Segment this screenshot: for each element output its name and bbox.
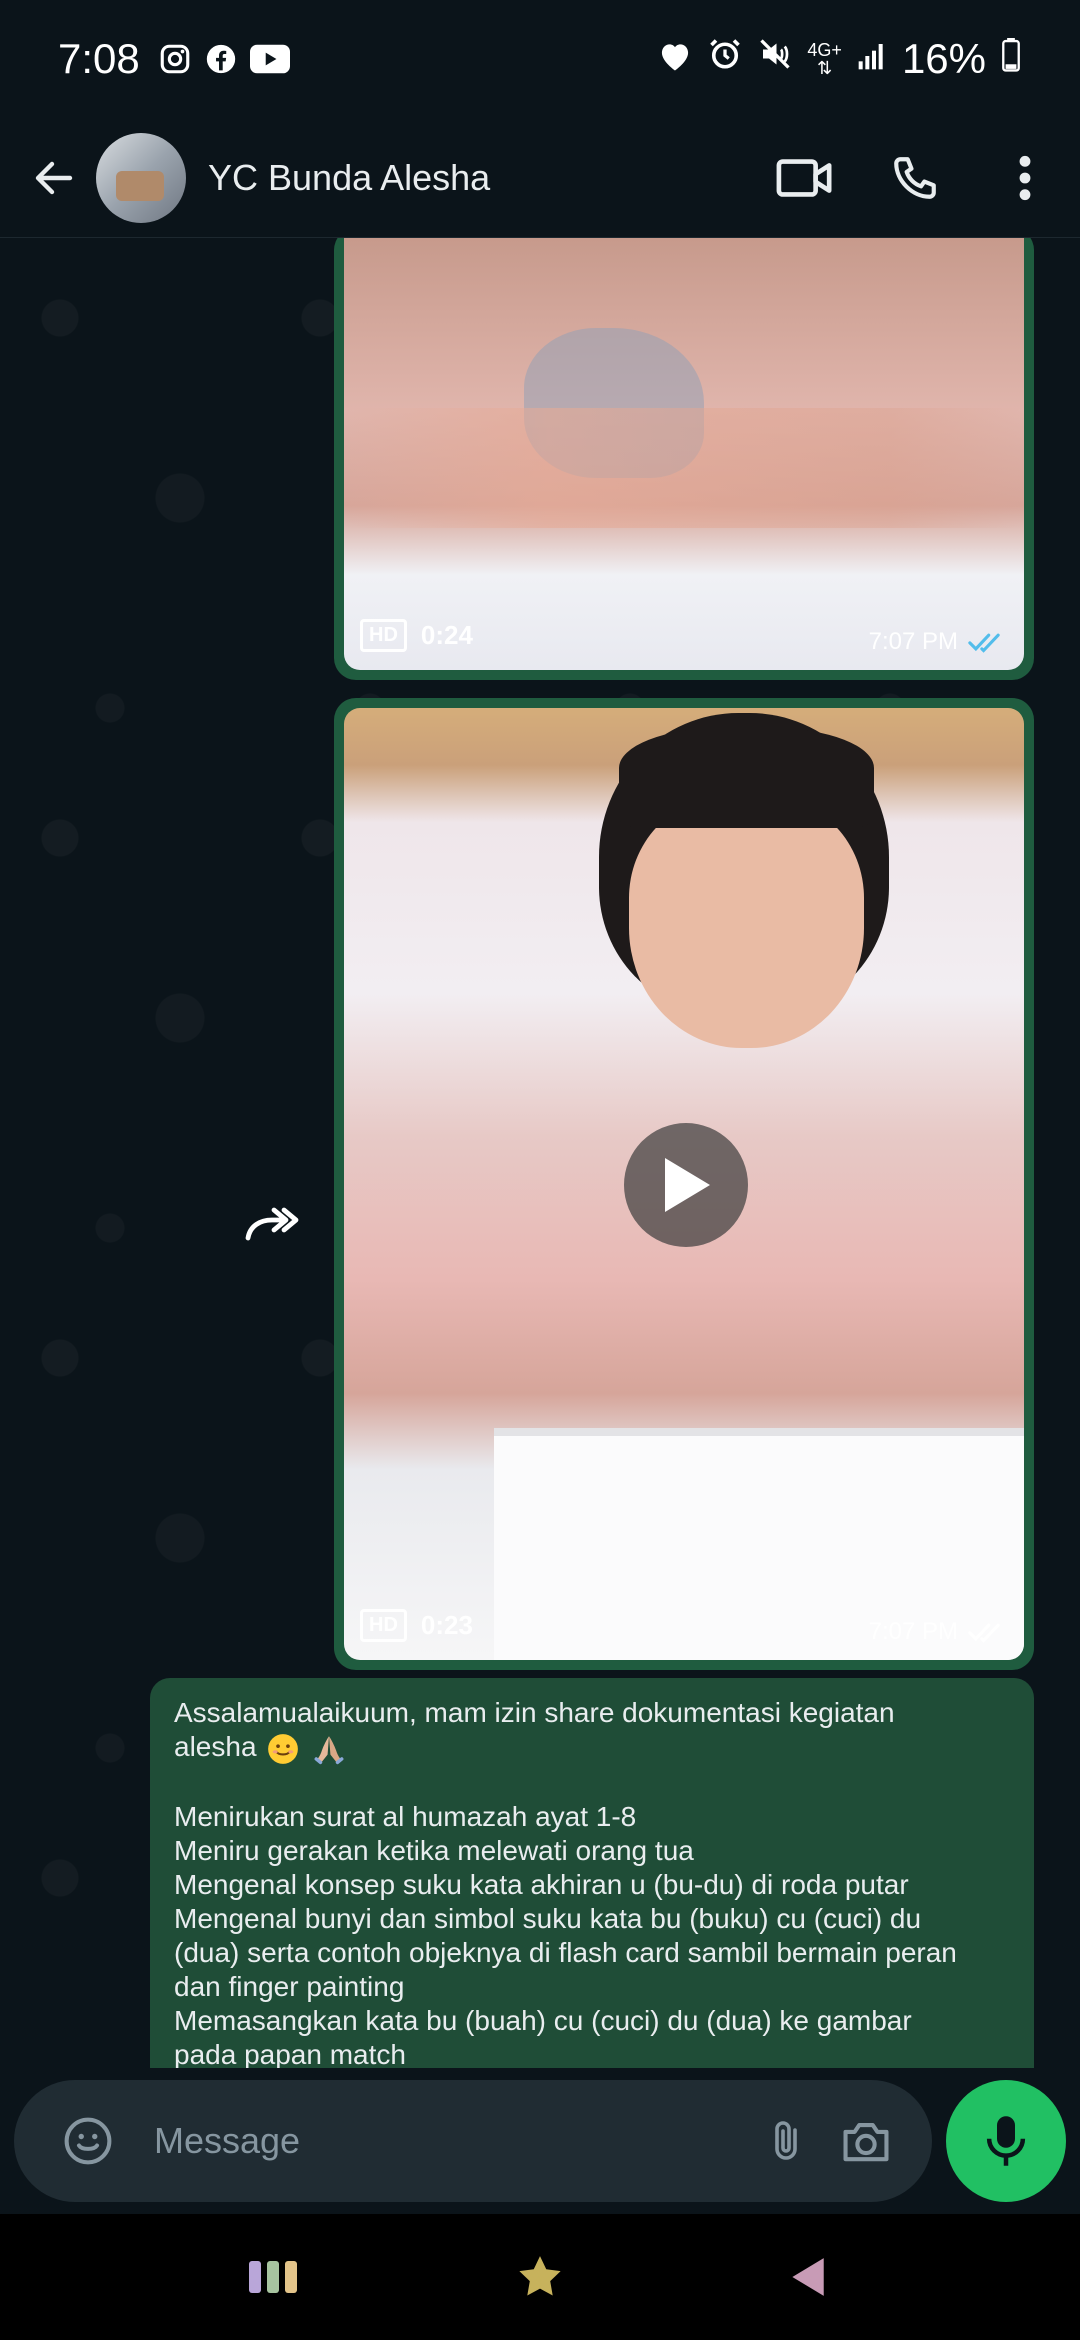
- video-info: HD 0:24: [360, 619, 473, 652]
- back-button[interactable]: [12, 136, 96, 220]
- voice-call-button[interactable]: [860, 128, 970, 228]
- composer: Message: [0, 2068, 1080, 2214]
- video-call-button[interactable]: [750, 128, 860, 228]
- battery-icon: [1000, 37, 1022, 82]
- message-line: alesha: [174, 1730, 1010, 1766]
- read-ticks-icon: [968, 633, 1000, 653]
- message-line: pada papan match: [174, 2038, 406, 2068]
- hd-badge: HD: [360, 1609, 407, 1642]
- youtube-icon: [249, 44, 290, 74]
- battery-percent: 16%: [901, 35, 986, 82]
- message-line: Meniru gerakan ketika melewati orang tua: [174, 1834, 694, 1866]
- instagram-icon: [158, 42, 192, 76]
- message-meta: 7:07 PM: [869, 628, 1006, 656]
- video-thumbnail[interactable]: HD 0:23 7:07 PM: [344, 708, 1024, 1660]
- video-message[interactable]: HD 0:23 7:07 PM: [334, 698, 1034, 1670]
- message-input[interactable]: Message: [154, 2120, 746, 2162]
- video-duration: 0:24: [420, 620, 473, 650]
- system-nav-bar: [0, 2214, 1080, 2340]
- delivered-ticks-icon: [968, 1623, 1000, 1643]
- video-message[interactable]: HD 0:24 7:07 PM: [334, 238, 1034, 680]
- message-field[interactable]: Message: [14, 2080, 932, 2202]
- phone-icon: [894, 156, 936, 199]
- status-time: 7:08: [58, 35, 140, 82]
- home-star-icon: [519, 2256, 561, 2296]
- kebab-menu-icon: [1019, 155, 1031, 200]
- attach-button[interactable]: [746, 2101, 826, 2181]
- message-line: Memasangkan kata bu (buah) cu (cuci) du …: [174, 2004, 912, 2036]
- hd-badge: HD: [360, 619, 407, 652]
- mute-icon: [757, 36, 793, 82]
- back-triangle-icon: [792, 2258, 824, 2296]
- folded-hands-emoji-icon: [314, 1735, 344, 1764]
- arrow-left-icon: [35, 161, 73, 194]
- facebook-icon: [204, 42, 238, 76]
- play-button[interactable]: [624, 1123, 748, 1247]
- emoji-icon: [64, 2117, 112, 2165]
- message-meta: 7:07 PM: [869, 1618, 1006, 1646]
- chat-header: YC Bunda Alesha: [0, 118, 1080, 238]
- camera-icon: [843, 2123, 889, 2162]
- status-bar: 7:08 4G+ ⇅ 16%: [0, 0, 1080, 118]
- message-text: alesha: [174, 1731, 257, 1762]
- video-camera-icon: [776, 158, 832, 197]
- chat-area[interactable]: HD 0:24 7:07 PM HD 0:23 7:07 PM Assalamu…: [0, 238, 1080, 2068]
- microphone-icon: [986, 2116, 1026, 2166]
- back-nav-button[interactable]: [757, 2227, 857, 2327]
- voice-message-button[interactable]: [946, 2080, 1066, 2202]
- emoji-button[interactable]: [48, 2101, 128, 2181]
- video-info: HD 0:23: [360, 1609, 473, 1642]
- heart-icon: [657, 37, 693, 82]
- network-label: 4G+: [807, 40, 842, 60]
- message-line: (dua) serta contoh objeknya di flash car…: [174, 1936, 957, 1968]
- avatar[interactable]: [96, 132, 186, 223]
- message-line: dan finger painting: [174, 1970, 405, 2002]
- message-line: Mengenal bunyi dan simbol suku kata bu (…: [174, 1902, 922, 1934]
- video-duration: 0:23: [420, 1610, 473, 1640]
- smiling-face-emoji-icon: [268, 1733, 299, 1764]
- forward-button[interactable]: [236, 1188, 308, 1260]
- network-type: 4G+ ⇅: [807, 40, 842, 78]
- message-time: 7:07 PM: [868, 1618, 958, 1645]
- contact-name[interactable]: YC Bunda Alesha: [208, 157, 490, 199]
- recent-apps-icon: [249, 2261, 298, 2293]
- recent-apps-button[interactable]: [223, 2227, 323, 2327]
- video-thumbnail[interactable]: HD 0:24 7:07 PM: [344, 238, 1024, 670]
- camera-button[interactable]: [826, 2101, 906, 2181]
- status-right: 4G+ ⇅ 16%: [657, 35, 1022, 83]
- message-line: Mengenal konsep suku kata akhiran u (bu-…: [174, 1868, 909, 1900]
- message-line: Assalamualaikuum, mam izin share dokumen…: [174, 1697, 895, 1728]
- signal-icon: [856, 37, 888, 82]
- message-time: 7:07 PM: [868, 628, 958, 655]
- alarm-icon: [707, 36, 743, 82]
- message-line: Menirukan surat al humazah ayat 1-8: [174, 1800, 637, 1832]
- text-message[interactable]: Assalamualaikuum, mam izin share dokumen…: [150, 1678, 1034, 2068]
- play-icon: [665, 1158, 710, 1212]
- home-button[interactable]: [490, 2227, 590, 2327]
- paperclip-icon: [775, 2121, 797, 2160]
- forward-icon: [245, 1207, 299, 1241]
- more-options-button[interactable]: [970, 128, 1080, 228]
